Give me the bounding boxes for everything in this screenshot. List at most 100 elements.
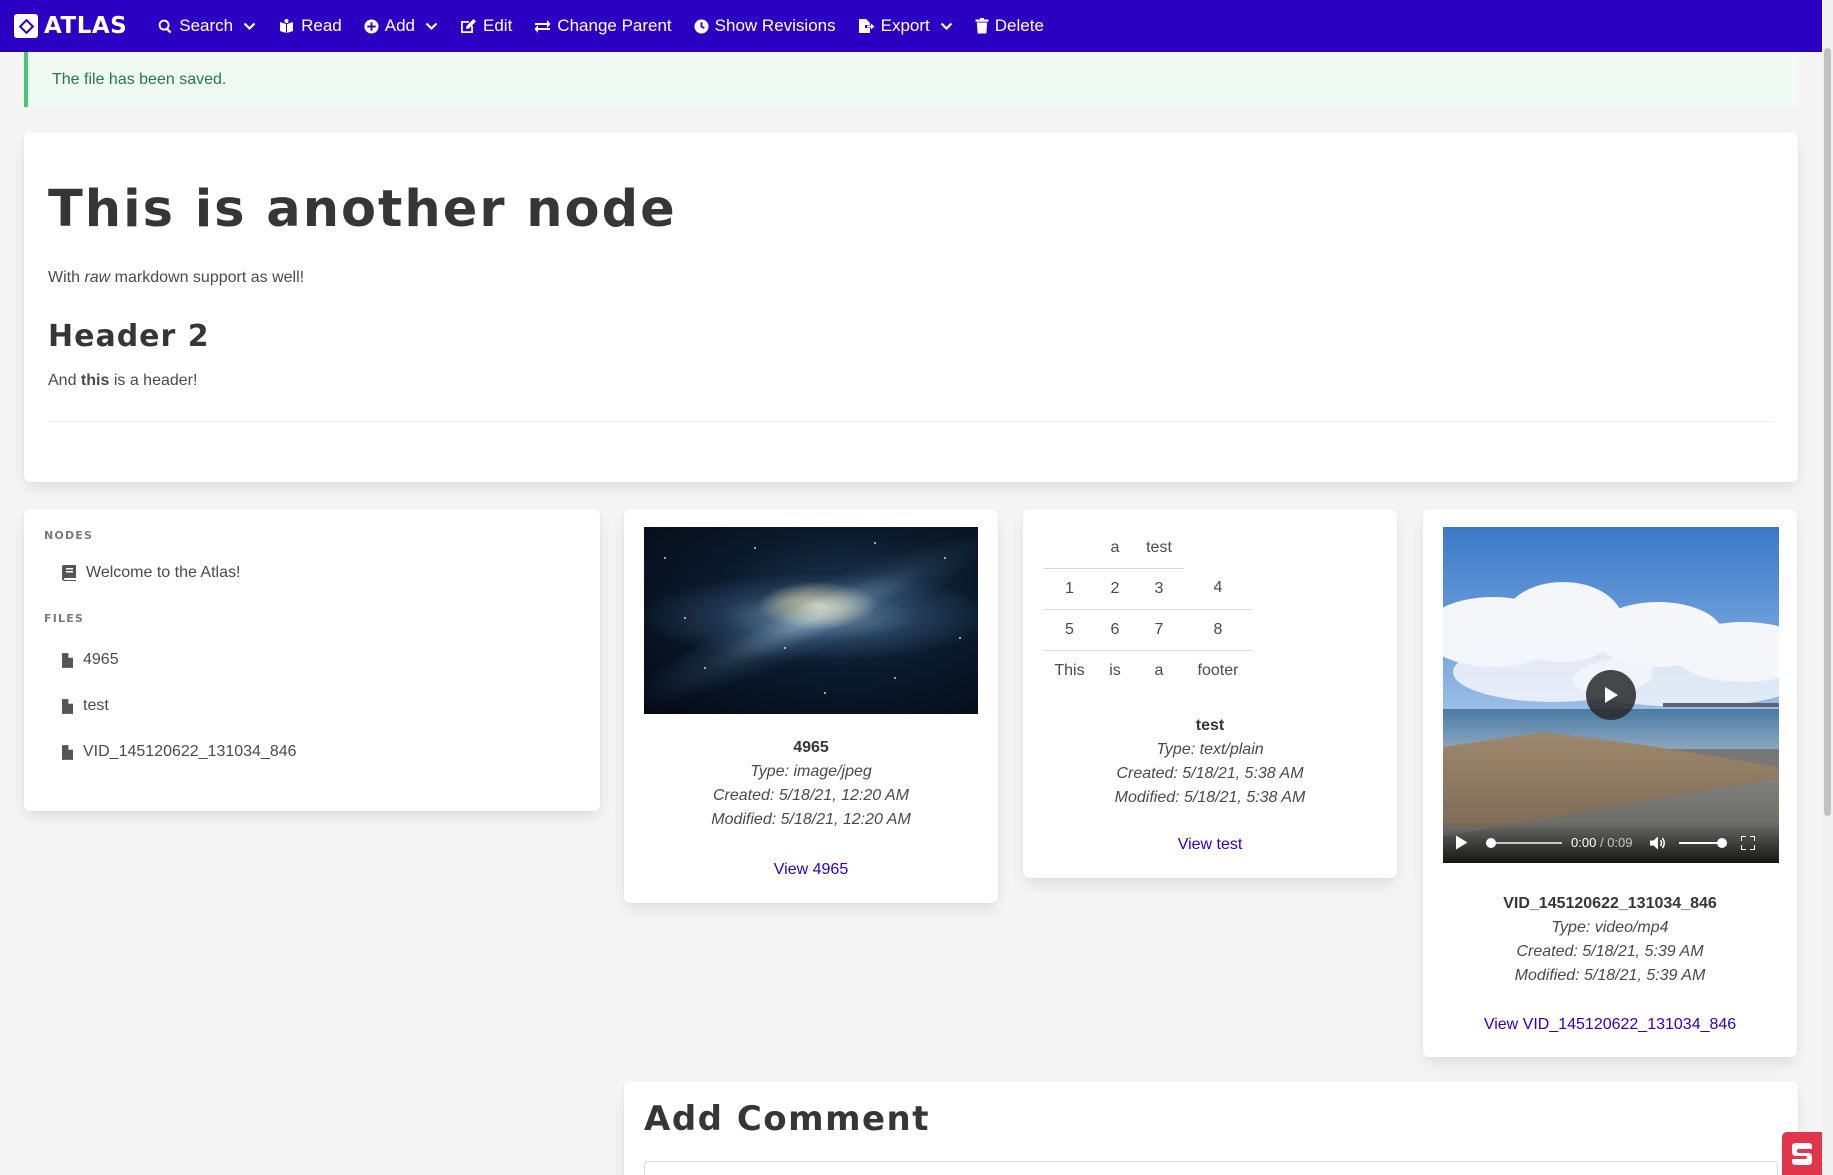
sidebar-file-item[interactable]: test [44,697,580,715]
file-export-icon [858,19,875,33]
nav-change-parent-label: Change Parent [557,16,672,35]
file-modified: Modified: 5/18/21, 12:20 AM [711,811,911,828]
book-open-icon [280,18,294,33]
nav-search[interactable]: Search [147,0,267,52]
video-current-time: 0:00 [1571,835,1597,850]
table-cell: 1 [1065,579,1074,597]
node-paragraph-2: And this is a header! [48,372,1774,390]
table-footer-row: This is a footer [1043,649,1252,691]
file-created: Created: 5/18/21, 5:38 AM [1116,765,1304,782]
nav-export-label: Export [880,16,930,35]
nav-edit[interactable]: Edit [449,0,523,52]
table-cell: 6 [1096,608,1134,650]
table-cell: is [1096,649,1134,691]
brand-name: ATLAS [44,13,128,39]
nav-delete[interactable]: Delete [964,0,1055,52]
play-icon[interactable] [1455,835,1468,850]
table-row: 1 2 3 4 [1043,568,1252,609]
volume-slider[interactable] [1678,837,1727,849]
clock-icon [694,18,709,34]
add-comment-card: Add Comment [624,1081,1798,1175]
table-cell: a [1134,649,1184,691]
video-duration: 0:09 [1607,835,1633,850]
nav-add[interactable]: Add [353,0,449,52]
nav-show-revisions-label: Show Revisions [714,16,836,35]
file-meta-text: test Type: text/plain Created: 5/18/21, … [1023,714,1397,810]
table-header-cell [1184,528,1252,568]
file-type: Type: image/jpeg [750,763,872,780]
file-created: Created: 5/18/21, 12:20 AM [713,787,909,804]
top-navbar: ATLAS Search Read Add Edit Change Parent… [0,0,1822,52]
file-icon [62,698,73,714]
sidebar-menu-card: Nodes Welcome to the Atlas! Files 4965 t… [24,509,600,811]
volume-icon[interactable] [1649,836,1667,850]
sidebar-file-label: test [83,697,109,714]
sidebar-file-item[interactable]: 4965 [44,651,580,669]
sidebar-node-label: Welcome to the Atlas! [86,564,241,581]
sidebar-file-label: VID_145120622_131034_846 [83,743,297,760]
table-cell: 7 [1134,608,1184,650]
notification-text: The file has been saved. [52,70,227,88]
table-header-cell: test [1134,528,1184,569]
files-menu-label: Files [44,612,85,625]
plus-circle-icon [364,18,379,34]
volume-thumb[interactable] [1716,837,1727,848]
sidebar-node-item[interactable]: Welcome to the Atlas! [44,564,580,582]
para1-emphasis: raw [84,269,111,286]
file-created: Created: 5/18/21, 5:39 AM [1516,943,1704,960]
nav-read[interactable]: Read [267,0,353,52]
chevron-down-icon [940,22,953,30]
file-meta-image: 4965 Type: image/jpeg Created: 5/18/21, … [624,736,998,832]
nav-change-parent[interactable]: Change Parent [523,0,682,52]
file-card-video: 0:00 / 0:09 VID_145120622_131034_846 Typ… [1423,509,1797,1057]
para2-text-start: And [48,372,81,389]
fullscreen-icon[interactable] [1740,835,1755,850]
table-cell: 3 [1154,579,1164,597]
nav-read-label: Read [301,16,342,35]
nav-search-label: Search [179,16,234,35]
table-cell: 2 [1110,579,1120,597]
video-progress-thumb[interactable] [1486,837,1496,848]
video-center-play-button[interactable] [1586,670,1636,720]
trash-icon [975,18,989,34]
table-cell: footer [1184,649,1252,691]
sidebar-file-item[interactable]: VID_145120622_131034_846 [44,743,580,761]
atlas-logo-icon [14,14,38,38]
brand-logo-link[interactable]: ATLAS [14,13,127,39]
view-file-link[interactable]: View test [1023,836,1397,854]
success-notification: The file has been saved. [24,52,1798,107]
galaxy-image-preview[interactable] [644,527,978,714]
sidebar-file-label: 4965 [83,651,119,668]
file-name: 4965 [793,739,829,756]
comment-textarea[interactable] [644,1161,1778,1175]
nav-add-label: Add [384,16,415,35]
chevron-down-icon [243,22,256,30]
file-type: Type: video/mp4 [1551,919,1669,936]
edit-icon [461,19,476,33]
scrollbar-thumb[interactable] [1824,48,1831,816]
file-modified: Modified: 5/18/21, 5:38 AM [1114,789,1306,806]
video-player[interactable]: 0:00 / 0:09 [1443,527,1779,863]
node-content-card: This is another node With raw markdown s… [24,132,1798,482]
video-time: 0:00 / 0:09 [1571,835,1633,850]
content-divider [48,421,1774,422]
nav-show-revisions[interactable]: Show Revisions [683,0,847,52]
floating-widget-icon[interactable] [1782,1132,1822,1175]
table-header-cell: a [1096,528,1134,569]
table-cell: 5 [1043,608,1096,650]
node-header-2: Header 2 [48,319,210,354]
node-title: This is another node [48,180,677,239]
view-file-link[interactable]: View 4965 [624,861,998,879]
nav-export[interactable]: Export [847,0,964,52]
file-icon [62,744,73,760]
page-scrollbar[interactable] [1822,0,1833,1175]
chat-widget-icon [1792,1142,1812,1165]
search-icon [158,19,172,33]
nav-delete-label: Delete [994,16,1044,35]
nav-edit-label: Edit [483,16,513,35]
view-file-link[interactable]: View VID_145120622_131034_846 [1423,1016,1797,1034]
video-time-separator: / [1599,835,1604,850]
text-preview-table: a test 1 2 3 4 5 6 7 8 This is a footer [1043,528,1252,691]
table-cell: This [1043,649,1096,691]
video-progress-slider[interactable] [1486,837,1562,849]
